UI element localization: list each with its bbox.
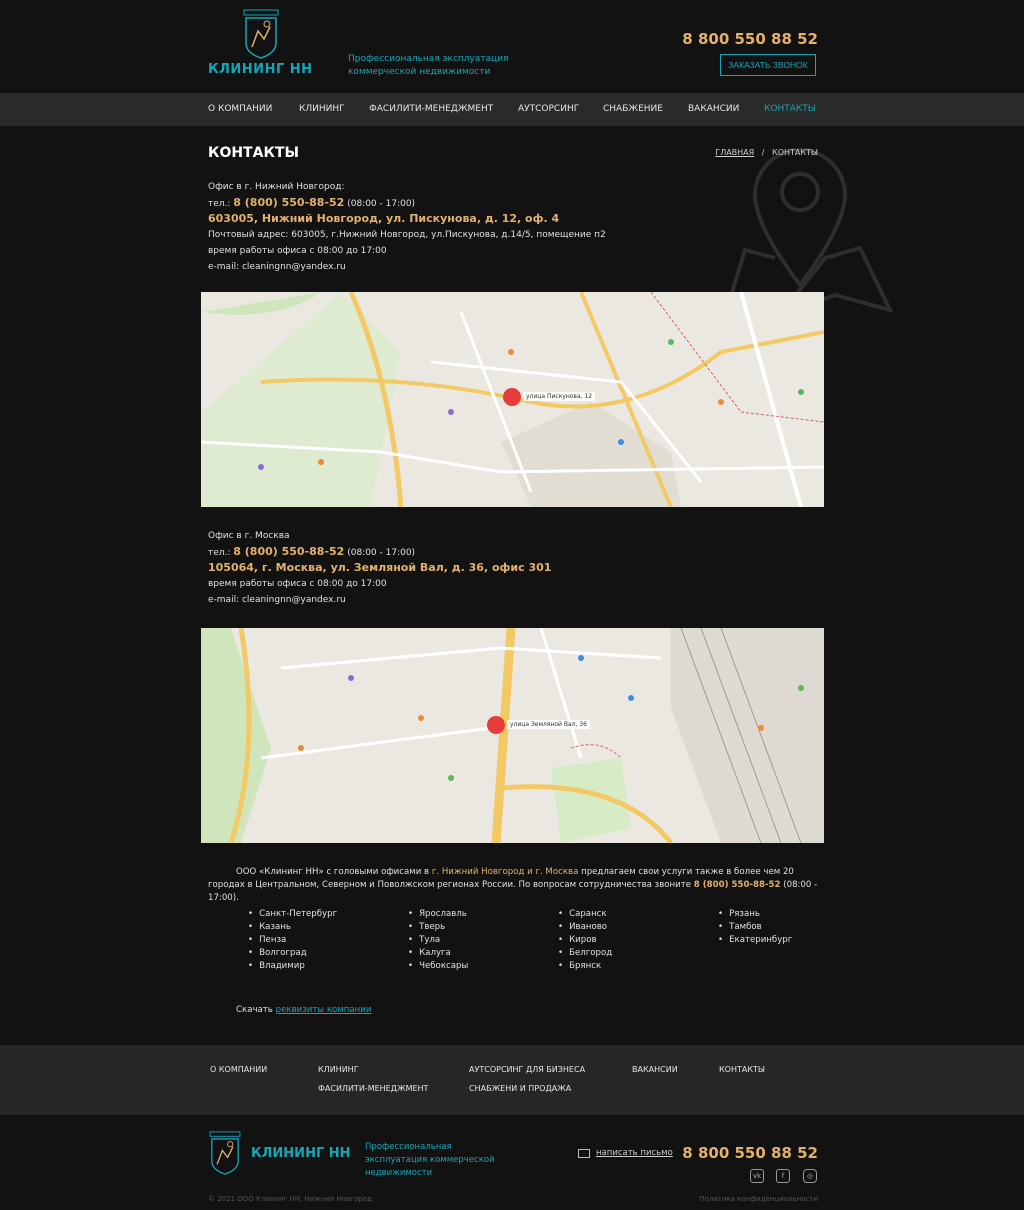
office-address: 603005, Нижний Новгород, ул. Пискунова, … [208,212,560,225]
map-pin-icon[interactable] [503,388,521,406]
city-item: Саранск [558,908,612,921]
office-hours: время работы офиса с 08:00 до 17:00 [208,246,387,256]
envelope-icon [578,1149,590,1158]
map-msk-streets [201,628,824,843]
office-postal: Почтовый адрес: 603005, г.Нижний Новгоро… [208,230,606,240]
desc-phone[interactable]: 8 (800) 550-88-52 [694,880,781,890]
office-phone[interactable]: 8 (800) 550-88-52 [233,545,344,558]
nav-item-supply[interactable]: СНАБЖЕНИЕ [603,93,663,126]
office-email[interactable]: e-mail: cleaningnn@yandex.ru [208,259,606,275]
office-nn: Офис в г. Нижний Новгород: тел.: 8 (800)… [208,179,606,275]
office-heading: Офис в г. Нижний Новгород: [208,182,345,192]
nav-item-about[interactable]: О КОМПАНИИ [208,93,272,126]
breadcrumb-home[interactable]: ГЛАВНАЯ [715,148,754,157]
footer-nav-about[interactable]: О КОМПАНИИ [210,1065,267,1074]
office-heading: Офис в г. Москва [208,531,290,541]
city-item: Екатеринбург [718,934,792,947]
city-item: Казань [248,921,337,934]
map-msk[interactable]: улица Земляной Вал, 36 [201,628,824,843]
nav-item-contacts[interactable]: КОНТАКТЫ [764,93,816,126]
office-msk: Офис в г. Москва тел.: 8 (800) 550-88-52… [208,528,551,608]
map-msk-label: улица Земляной Вал, 36 [507,720,590,729]
main-nav: О КОМПАНИИ КЛИНИНГ ФАСИЛИТИ-МЕНЕДЖМЕНТ А… [0,93,1024,126]
city-item: Брянск [558,960,612,973]
office-phone-line: тел.: 8 (800) 550-88-52 (08:00 - 17:00) [208,195,606,211]
city-item: Калуга [408,947,468,960]
map-pin-icon[interactable] [487,716,505,734]
download-line: Скачать реквизиты компании [236,1005,371,1015]
requisites-link[interactable]: реквизиты компании [276,1005,372,1015]
footer-logo-text[interactable]: КЛИНИНГ НН [251,1146,351,1161]
instagram-icon[interactable]: ◎ [803,1169,817,1183]
write-letter-link[interactable]: написать письмо [596,1148,673,1158]
nav-item-cleaning[interactable]: КЛИНИНГ [299,93,345,126]
city-item: Тамбов [718,921,792,934]
breadcrumb-separator: / [761,148,765,157]
city-item: Владимир [248,960,337,973]
breadcrumb: ГЛАВНАЯ / КОНТАКТЫ [715,148,818,157]
city-item: Белгород [558,947,612,960]
site-header: КЛИНИНГ НН Профессиональная эксплуатация… [0,0,1024,93]
desc-city-msk[interactable]: г. Москва [535,867,578,877]
page-title: КОНТАКТЫ [208,145,299,161]
city-item: Тверь [408,921,468,934]
site-footer: КЛИНИНГ НН Профессиональная эксплуатация… [0,1115,1024,1210]
desc-text: ООО «Клининг НН» с головыми офисами в [236,867,432,877]
cities-col-4: Рязань Тамбов Екатеринбург [718,908,792,947]
header-tagline: Профессиональная эксплуатация коммерческ… [348,54,509,77]
map-nn-label: улица Пискунова, 12 [523,392,596,401]
phone-hours: (08:00 - 17:00) [344,548,416,558]
footer-nav-cleaning[interactable]: КЛИНИНГ [318,1065,359,1074]
logo-text[interactable]: КЛИНИНГ НН [208,62,313,77]
nav-item-vacancies[interactable]: ВАКАНСИИ [688,93,739,126]
city-item: Волгоград [248,947,337,960]
nav-item-facility[interactable]: ФАСИЛИТИ-МЕНЕДЖМЕНТ [369,93,493,126]
city-item: Рязань [718,908,792,921]
map-nn[interactable]: улица Пискунова, 12 [201,292,824,507]
order-call-button[interactable]: ЗАКАЗАТЬ ЗВОНОК [720,54,816,76]
footer-nav-vacancies[interactable]: ВАКАНСИИ [632,1065,678,1074]
city-item: Пенза [248,934,337,947]
footer-nav-outsourcing[interactable]: АУТСОРСИНГ ДЛЯ БИЗНЕСА [469,1065,585,1074]
office-address: 105064, г. Москва, ул. Земляной Вал, д. … [208,561,552,574]
footer-nav-supply[interactable]: СНАБЖЕНИ И ПРОДАЖА [469,1084,571,1093]
city-item: Ярославль [408,908,468,921]
company-description: ООО «Клининг НН» с головыми офисами в г.… [208,866,823,905]
cities-col-2: Ярославль Тверь Тула Калуга Чебоксары [408,908,468,973]
copyright: © 2021 ООО Клининг НН, Нижний Новгород [208,1195,372,1203]
footer-tagline: Профессиональная эксплуатация коммерческ… [365,1142,495,1178]
vk-icon[interactable]: vk [750,1169,764,1183]
breadcrumb-current: КОНТАКТЫ [772,148,818,157]
phone-prefix: тел.: [208,199,234,209]
city-item: Санкт-Петербург [248,908,337,921]
footer-nav-contacts[interactable]: КОНТАКТЫ [719,1065,765,1074]
phone-hours: (08:00 - 17:00) [344,199,416,209]
phone-prefix: тел.: [208,548,234,558]
logo-emblem-icon[interactable] [242,9,280,59]
footer-logo-emblem-icon[interactable] [208,1131,242,1175]
footer-nav-facility[interactable]: ФАСИЛИТИ-МЕНЕДЖМЕНТ [318,1084,428,1093]
nav-item-outsourcing[interactable]: АУТСОРСИНГ [518,93,579,126]
cities-col-3: Саранск Иваново Киров Белгород Брянск [558,908,612,973]
office-email[interactable]: e-mail: cleaningnn@yandex.ru [208,592,551,608]
desc-city-nn[interactable]: г. Нижний Новгород [432,867,525,877]
download-prefix: Скачать [236,1005,276,1015]
header-phone[interactable]: 8 800 550 88 52 [682,30,818,48]
desc-and: и [524,867,536,877]
city-item: Тула [408,934,468,947]
city-item: Чебоксары [408,960,468,973]
office-phone-line: тел.: 8 (800) 550-88-52 (08:00 - 17:00) [208,544,551,560]
facebook-icon[interactable]: f [776,1169,790,1183]
footer-nav: О КОМПАНИИ КЛИНИНГ ФАСИЛИТИ-МЕНЕДЖМЕНТ А… [0,1045,1024,1115]
office-phone[interactable]: 8 (800) 550-88-52 [233,196,344,209]
city-item: Киров [558,934,612,947]
office-hours: время работы офиса с 08:00 до 17:00 [208,579,387,589]
cities-col-1: Санкт-Петербург Казань Пенза Волгоград В… [248,908,337,973]
city-item: Иваново [558,921,612,934]
footer-phone[interactable]: 8 800 550 88 52 [682,1144,818,1162]
privacy-link[interactable]: Политика конфиденциальности [699,1195,818,1203]
